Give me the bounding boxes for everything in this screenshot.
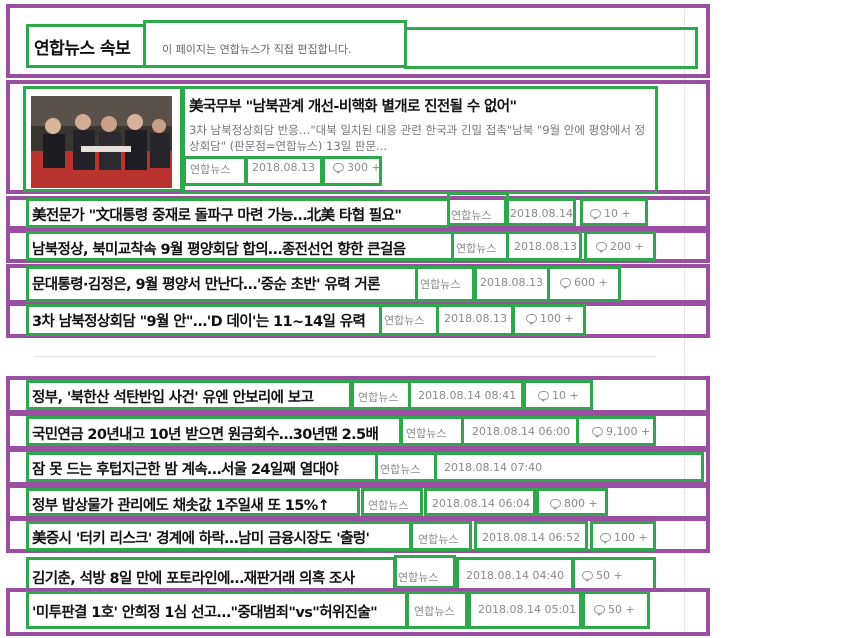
news-page: 연합뉴스 속보 이 페이지는 연합뉴스가 직접 편집합니다. 美국무부 "남북관…	[0, 0, 864, 638]
top-item-comment-box	[547, 266, 621, 302]
featured-headline[interactable]: 美국무부 "남북관계 개선-비핵화 별개로 진전될 수 없어"	[189, 95, 655, 116]
latest-item-headline-box	[26, 380, 352, 410]
featured-source-box	[183, 156, 247, 186]
featured-summary[interactable]: 3차 남북정상회담 반응…"대북 일치된 대응 관련 한국과 긴밀 접촉"남북 …	[189, 122, 655, 154]
top-item-source-box	[379, 304, 439, 336]
latest-item-comment-box	[590, 521, 656, 551]
latest-item-date-box	[468, 591, 582, 629]
latest-item-headline-box	[26, 557, 396, 591]
latest-item-date-box	[474, 521, 588, 551]
top-item-source-box	[451, 231, 509, 261]
top-item-date-box	[504, 198, 576, 226]
latest-item-date-box	[434, 452, 704, 482]
latest-item-comment-box	[523, 380, 593, 410]
top-item-comment-box	[512, 304, 586, 336]
latest-item-date-box	[456, 557, 574, 591]
latest-item-source-box	[400, 416, 464, 446]
top-item-date-box	[506, 231, 582, 261]
featured-date-box	[245, 156, 323, 186]
latest-item-headline-box	[26, 521, 412, 551]
section-divider	[34, 356, 656, 357]
latest-item-headline-box	[26, 452, 378, 482]
top-item-date-box	[436, 304, 514, 336]
latest-item-source-box	[410, 521, 472, 551]
top-item-comment-box	[584, 231, 656, 261]
latest-item-source-box	[406, 591, 468, 629]
latest-item-comment-box	[536, 488, 608, 516]
latest-item-source-box	[361, 488, 423, 516]
latest-item-comment-box	[572, 557, 656, 591]
latest-item-comment-box	[582, 591, 650, 629]
top-item-source-box	[447, 192, 509, 226]
latest-item-date-box	[424, 488, 536, 516]
top-item-headline-box	[26, 266, 418, 302]
latest-item-source-box	[351, 380, 411, 410]
top-item-date-box	[474, 266, 550, 302]
title-box	[26, 24, 146, 68]
latest-item-headline-box	[26, 416, 402, 446]
header-empty-box	[404, 27, 698, 69]
featured-comment-box	[322, 156, 382, 186]
top-item-headline-box	[26, 304, 382, 336]
top-item-source-box	[415, 266, 475, 302]
top-item-comment-box	[580, 198, 648, 226]
featured-thumbnail[interactable]	[31, 96, 172, 188]
top-item-headline-box	[26, 231, 454, 261]
latest-item-headline-box	[26, 591, 408, 629]
photo-image	[31, 96, 172, 188]
latest-item-date-box	[408, 380, 524, 410]
latest-item-comment-box	[576, 416, 656, 446]
description-box	[143, 20, 407, 68]
latest-item-source-box	[394, 555, 456, 589]
latest-item-source-box	[375, 452, 437, 482]
latest-item-date-box	[461, 416, 579, 446]
top-item-headline-box	[26, 198, 450, 228]
latest-item-headline-box	[26, 488, 360, 516]
